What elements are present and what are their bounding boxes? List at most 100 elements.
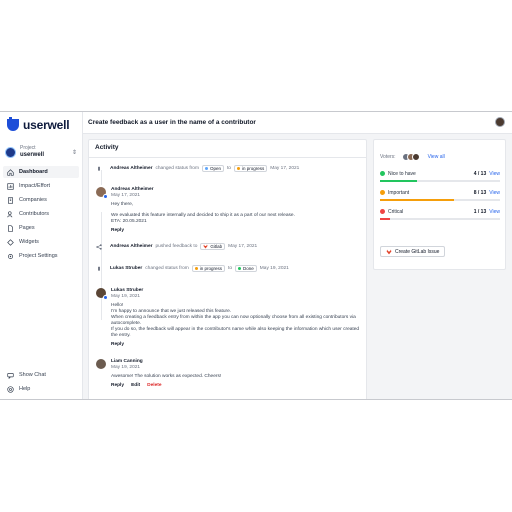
status-chip-done: Done <box>235 265 257 272</box>
sidebar-item-label: Dashboard <box>19 169 48 175</box>
delete-button[interactable]: Delete <box>147 383 161 388</box>
voters-row: Voters: View all <box>380 153 445 161</box>
status-label: Open <box>209 166 221 171</box>
sidebar-item-companies[interactable]: Companies <box>3 194 79 206</box>
sidebar-nav: Dashboard Impact/Effort Companies Contri… <box>3 166 79 264</box>
project-avatar <box>5 146 16 158</box>
building-icon <box>7 196 14 204</box>
sidebar-item-label: Pages <box>19 225 35 231</box>
event-action: changed status from <box>145 266 189 271</box>
app-logo[interactable]: userwell <box>7 117 70 132</box>
activity-card: Activity ▮ Andreas Altheimer changed sta… <box>88 139 367 399</box>
chat-icon <box>7 372 14 379</box>
avatar <box>96 187 108 199</box>
sidebar-item-widgets[interactable]: Widgets <box>3 236 79 248</box>
sidebar-item-project-settings[interactable]: Project Settings <box>3 250 79 262</box>
gitlab-chip: Gitlab <box>200 243 226 250</box>
help-icon <box>7 385 14 393</box>
team-badge-icon <box>103 194 108 199</box>
activity-title: Activity <box>95 144 119 151</box>
status-change-icon: ▮ <box>97 165 101 172</box>
help-label: Help <box>19 386 31 392</box>
priority-bar <box>380 180 500 182</box>
sidebar-item-label: Widgets <box>19 239 39 245</box>
team-badge-icon <box>103 295 108 300</box>
comment: Lukas Struber May 19, 2021 Hello! I'm ha… <box>96 288 361 347</box>
home-icon <box>7 168 14 176</box>
status-chip-in-progress: in progress <box>191 265 225 272</box>
event-user: Andreas Altheimer <box>110 244 153 249</box>
widgets-icon <box>7 238 14 246</box>
check-circle-icon <box>380 171 385 176</box>
app-name: userwell <box>23 118 70 132</box>
votes-panel: Voters: View all Nice to have 4 / 13 Vie… <box>373 139 506 270</box>
chevron-updown-icon: ⇕ <box>71 149 77 156</box>
view-all-voters-link[interactable]: View all <box>428 154 445 160</box>
status-dot <box>194 267 198 270</box>
event-action: changed status from <box>155 166 199 171</box>
priority-view-link[interactable]: View <box>489 190 500 196</box>
priority-count: 4 / 13 <box>473 170 487 177</box>
user-avatar[interactable] <box>495 117 505 127</box>
avatar <box>96 288 108 300</box>
help-button[interactable]: Help <box>3 383 79 395</box>
comment-date: May 19, 2021 <box>111 294 141 299</box>
status-label: in progress <box>199 266 222 271</box>
gitlab-icon <box>386 249 392 254</box>
show-chat-button[interactable]: Show Chat <box>3 369 79 381</box>
alert-circle-icon <box>380 190 385 195</box>
edit-button[interactable]: Edit <box>131 383 140 388</box>
voter-avatar <box>411 153 420 161</box>
reply-button[interactable]: Reply <box>111 228 124 233</box>
event-to: to <box>228 266 233 271</box>
status-label: in progress <box>241 166 265 171</box>
priority-bar-fill <box>380 180 418 182</box>
project-switcher[interactable]: Project userwell ⇕ <box>5 142 77 162</box>
event-date: May 17, 2021 <box>228 244 258 249</box>
status-change-event: ▮ Andreas Altheimer changed status from … <box>96 165 361 172</box>
gitlab-button-label: Create GitLab Issue <box>395 248 440 255</box>
event-action: pushed feedback to <box>155 244 198 249</box>
push-event: Andreas Altheimer pushed feedback to Git… <box>96 243 361 250</box>
gitlab-label: Gitlab <box>210 244 223 249</box>
priority-label: Critical <box>388 208 404 215</box>
priority-bar-fill <box>380 218 390 220</box>
create-gitlab-issue-button[interactable]: Create GitLab Issue <box>380 246 446 257</box>
comment-text: ETA: 20.05.2021 <box>111 219 147 224</box>
comment-text: If you do so, the feedback will appear i… <box>111 327 360 338</box>
reply-button[interactable]: Reply <box>111 383 124 388</box>
status-chip-open: Open <box>201 165 224 172</box>
sidebar-item-dashboard[interactable]: Dashboard <box>3 166 79 178</box>
priority-view-link[interactable]: View <box>489 209 500 215</box>
pages-icon <box>7 224 14 232</box>
comment: Andreas Altheimer May 17, 2021 Hey there… <box>96 187 361 233</box>
share-icon <box>96 243 102 250</box>
status-dot <box>204 167 208 170</box>
event-to: to <box>226 166 231 171</box>
sidebar-item-label: Companies <box>19 197 47 203</box>
status-dot <box>236 167 240 170</box>
priority-count: 8 / 13 <box>473 189 487 196</box>
priority-label: Nice to have <box>388 170 416 177</box>
priority-row-nice-to-have: Nice to have 4 / 13 View <box>380 170 500 182</box>
chart-icon <box>7 182 14 190</box>
sidebar-item-contributors[interactable]: Contributors <box>3 208 79 220</box>
userwell-logo-icon <box>7 117 19 131</box>
priority-row-critical: Critical 1 / 13 View <box>380 208 500 220</box>
sidebar-item-label: Contributors <box>19 211 49 217</box>
priority-bar <box>380 218 500 220</box>
comment-date: May 17, 2021 <box>111 193 141 198</box>
priority-view-link[interactable]: View <box>489 171 500 177</box>
gear-icon <box>7 253 14 260</box>
timeline-line <box>101 170 102 185</box>
sidebar-item-impact-effort[interactable]: Impact/Effort <box>3 180 79 192</box>
sidebar-item-pages[interactable]: Pages <box>3 222 79 234</box>
event-date: May 19, 2021 <box>259 266 289 271</box>
reply-button[interactable]: Reply <box>111 342 124 347</box>
sidebar-item-label: Impact/Effort <box>19 183 51 189</box>
status-chip-in-progress: in progress <box>233 165 268 172</box>
voters-label: Voters: <box>380 154 396 160</box>
divider <box>89 157 366 158</box>
comment-date: May 19, 2021 <box>111 365 141 370</box>
comment-text: When creating a feedback entry from with… <box>111 315 356 326</box>
